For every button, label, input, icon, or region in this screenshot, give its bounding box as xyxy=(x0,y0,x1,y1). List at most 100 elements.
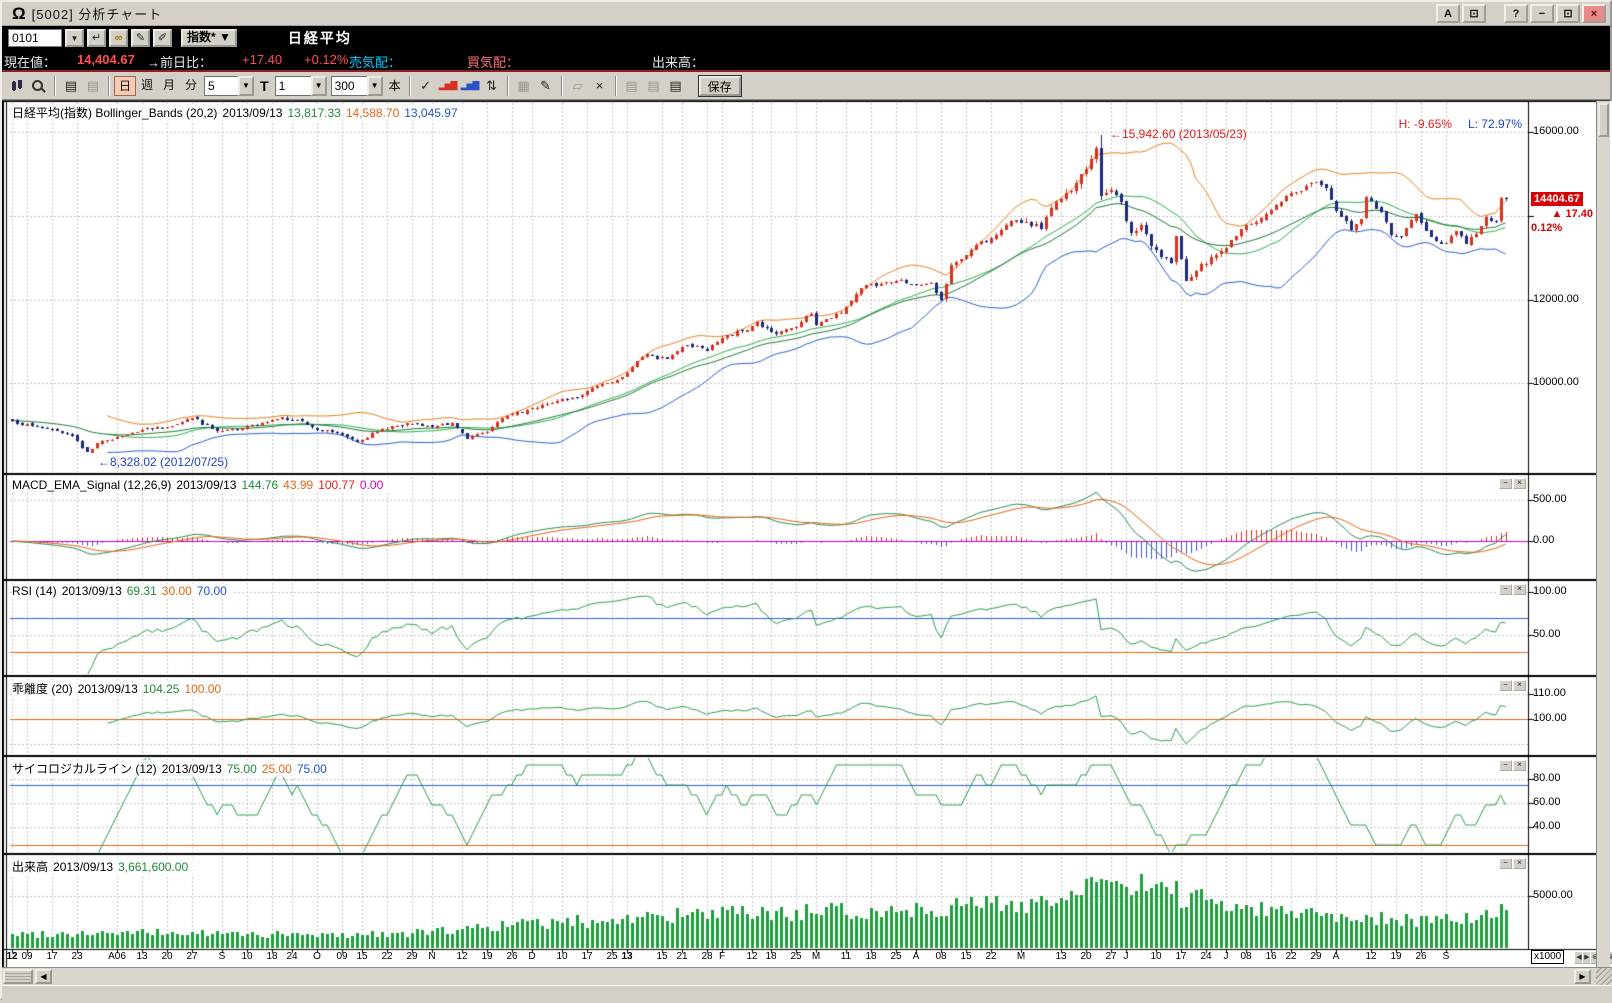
candlestick-tool-icon[interactable] xyxy=(6,75,28,97)
period-day-button[interactable]: 日 xyxy=(114,76,136,96)
panel-minimize-button[interactable]: − xyxy=(1499,584,1512,595)
vertical-scrollbar[interactable] xyxy=(1596,101,1610,967)
toolbar-separator xyxy=(409,76,411,96)
period-week-button[interactable]: 週 xyxy=(136,76,158,96)
delete-drawing-icon[interactable]: × xyxy=(589,75,611,97)
layout-icon[interactable]: ▤ xyxy=(621,75,643,97)
panel-minimize-button[interactable]: − xyxy=(1499,478,1512,489)
chevron-down-icon[interactable]: ▼ xyxy=(238,76,254,96)
restore-button[interactable]: ⊡ xyxy=(1556,4,1580,23)
panel-title: 乖離度 (20) xyxy=(12,682,73,696)
x-axis-date-label: 08 xyxy=(1240,951,1251,962)
frequency-dropdown[interactable]: 5▼ xyxy=(204,76,254,96)
resize-grip[interactable] xyxy=(1596,968,1612,985)
minimize-button[interactable]: − xyxy=(1530,4,1554,23)
chevron-down-icon[interactable]: ▼ xyxy=(367,76,383,96)
font-button[interactable]: A xyxy=(1436,4,1460,23)
symbol-code-input[interactable] xyxy=(8,29,62,47)
panel-close-button[interactable]: × xyxy=(1513,584,1526,595)
indicator-value: 14,588.70 xyxy=(346,106,399,120)
indicator-value: 70.00 xyxy=(197,584,227,598)
panel-close-button[interactable]: × xyxy=(1513,858,1526,869)
panel-close-button[interactable]: × xyxy=(1513,680,1526,691)
chevron-down-icon[interactable]: ▼ xyxy=(311,76,327,96)
x-axis-date-label: 18 xyxy=(266,951,277,962)
quote-bar: 現在値： 14,404.67 →前日比： +17.40 +0.12% 売気配： … xyxy=(2,50,1610,72)
window-title: [5002] 分析チャート xyxy=(32,4,163,23)
x-axis-date-label: O xyxy=(313,951,321,962)
bars-unit-label: 本 xyxy=(389,77,401,94)
x-axis-date-label: 27 xyxy=(1105,951,1116,962)
axis-tick-label: 500.00 xyxy=(1533,493,1567,505)
indicator-value: 13,817.33 xyxy=(287,106,340,120)
x-axis-date-label: 25 xyxy=(790,951,801,962)
bars-dropdown[interactable]: 300▼ xyxy=(331,76,383,96)
x-axis-date-label: 27 xyxy=(186,951,197,962)
period-month-button[interactable]: 月 xyxy=(158,76,180,96)
toolbar-separator xyxy=(108,76,110,96)
panel-minimize-button[interactable]: − xyxy=(1499,760,1512,771)
axis-tick-label: 10000.00 xyxy=(1533,376,1579,388)
grid-icon[interactable]: ▦ xyxy=(513,75,535,97)
scrollbar-thumb[interactable] xyxy=(3,969,33,984)
x-axis-date-label: 25 xyxy=(606,951,617,962)
duplicate-window-button[interactable]: ⊡ xyxy=(1462,4,1486,23)
save-button[interactable]: 保存 xyxy=(699,76,741,96)
tick-dropdown[interactable]: 1▼ xyxy=(275,76,327,96)
x-axis-date-label: 20 xyxy=(1080,951,1091,962)
toolbar-separator xyxy=(507,76,509,96)
axis-tick-label: 5000.00 xyxy=(1533,889,1573,901)
panel-header-vol: 出来高2013/09/133,661,600.00 xyxy=(12,858,193,875)
panel-header-main: 日経平均(指数) Bollinger_Bands (20,2)2013/09/1… xyxy=(12,104,463,121)
zoom-tool-icon xyxy=(32,80,43,91)
period-minute-button[interactable]: 分 xyxy=(180,76,202,96)
enter-icon[interactable]: ↵ xyxy=(87,29,106,47)
scrollbar-thumb[interactable] xyxy=(1598,103,1609,137)
draw-off-icon[interactable]: ✐ xyxy=(153,29,172,47)
x-axis-date-label: 17 xyxy=(46,951,57,962)
x-axis-date-label: S xyxy=(1443,951,1450,962)
copy-chart-icon[interactable]: ▤ xyxy=(643,75,665,97)
indicator-value: 25.00 xyxy=(262,762,292,776)
panel-date: 2013/09/13 xyxy=(222,106,282,120)
x-axis-date-label: 11 xyxy=(841,951,851,962)
eraser-icon[interactable]: ▱ xyxy=(567,75,589,97)
panel-close-button[interactable]: × xyxy=(1513,760,1526,771)
x-axis-date-label: M xyxy=(1017,951,1025,962)
titlebar[interactable]: Ω [5002] 分析チャート A⊡?−⊡× xyxy=(2,2,1610,26)
panel-minimize-button[interactable]: − xyxy=(1499,858,1512,869)
panel-close-button[interactable]: × xyxy=(1513,478,1526,489)
search-icon[interactable]: ∞ xyxy=(109,29,128,47)
close-button[interactable]: × xyxy=(1582,4,1606,23)
x-axis-date-label: 26 xyxy=(506,951,517,962)
export-icon[interactable]: ▤ xyxy=(665,75,687,97)
indicator-value: 75.00 xyxy=(227,762,257,776)
tick-value: 1 xyxy=(275,76,311,96)
axis-tick-label: 110.00 xyxy=(1533,687,1566,699)
category-select[interactable]: 指数* ▼ xyxy=(181,29,237,47)
sort-arrows-icon[interactable]: ⇅ xyxy=(481,75,503,97)
horizontal-scrollbar[interactable]: ◀ ▶ xyxy=(2,967,1612,985)
ask-label: 売気配： xyxy=(349,52,401,71)
indicator-value: 69.31 xyxy=(127,584,157,598)
x-axis-date-label: J xyxy=(1224,951,1229,962)
x-axis-date-label: 28 xyxy=(701,951,712,962)
zoom-tool-icon[interactable] xyxy=(28,75,50,97)
scroll-left-arrow[interactable]: ◀ xyxy=(35,969,52,984)
symbol-dropdown-button[interactable]: ▼ xyxy=(65,29,84,47)
indicator-value: 100.00 xyxy=(184,682,221,696)
line-style-icon[interactable]: ✓ xyxy=(415,75,437,97)
edit-icon[interactable]: ✎ xyxy=(131,29,150,47)
new-page-icon[interactable]: ▤ xyxy=(60,75,82,97)
copy-page-icon[interactable]: ▤ xyxy=(82,75,104,97)
price-chart-canvas[interactable] xyxy=(2,101,1612,967)
x-axis-date-label: 23 xyxy=(71,951,82,962)
x-axis-date-label: 15 xyxy=(356,951,367,962)
bar-chart-blue-icon[interactable]: ▂▅▇ xyxy=(459,75,481,97)
pencil-icon[interactable]: ✎ xyxy=(535,75,557,97)
scroll-right-arrow[interactable]: ▶ xyxy=(1574,969,1591,984)
panel-minimize-button[interactable]: − xyxy=(1499,680,1512,691)
help-button[interactable]: ? xyxy=(1504,4,1528,23)
x-axis-date-label: 29 xyxy=(406,951,417,962)
bar-chart-red-icon[interactable]: ▂▅▇ xyxy=(437,75,459,97)
